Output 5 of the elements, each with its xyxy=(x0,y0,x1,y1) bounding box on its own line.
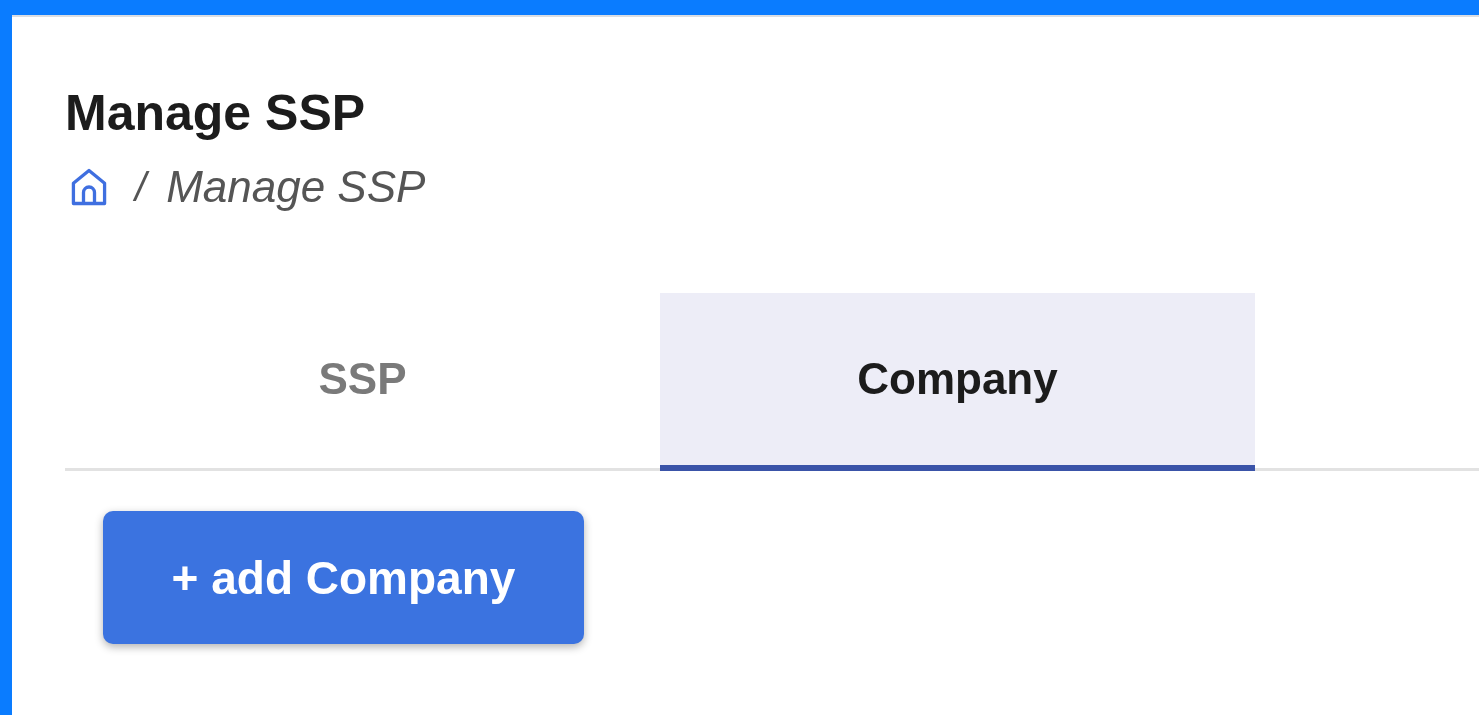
tab[interactable]: Company xyxy=(660,293,1255,471)
tab[interactable]: SSP xyxy=(65,293,660,471)
page-title: Manage SSP xyxy=(65,84,367,143)
breadcrumb-item: Manage SSP xyxy=(166,162,426,212)
add-company-button[interactable]: + add Company xyxy=(103,511,584,644)
